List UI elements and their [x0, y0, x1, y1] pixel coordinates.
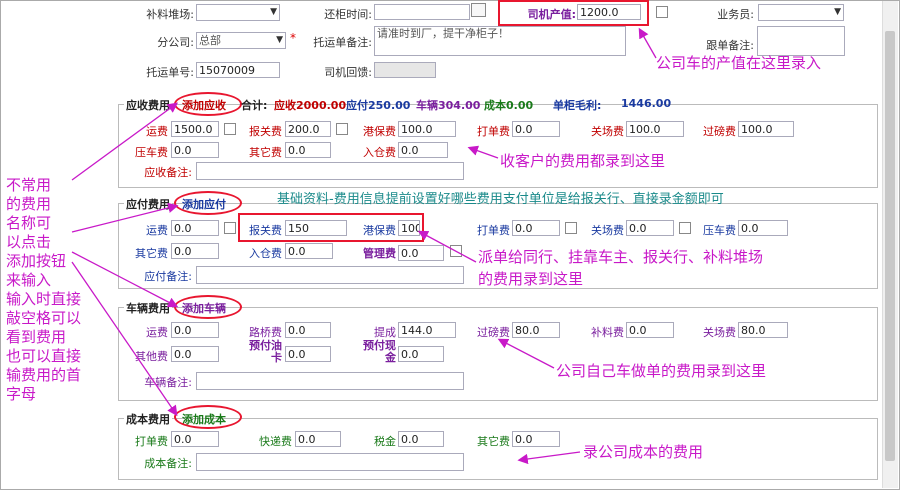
arrow-side-to-receivable [71, 102, 179, 181]
arrow-side-to-vehicle [71, 251, 179, 308]
arrow-to-payable [417, 230, 477, 263]
arrow-to-cost [517, 451, 581, 465]
arrow-side-to-cost [71, 261, 178, 417]
arrow-to-receivable [467, 145, 499, 159]
arrow-side-to-payable [71, 202, 179, 233]
arrow-to-vehicle [497, 338, 555, 369]
annotation-arrows [71, 27, 657, 465]
arrow-to-output-value [638, 27, 657, 59]
